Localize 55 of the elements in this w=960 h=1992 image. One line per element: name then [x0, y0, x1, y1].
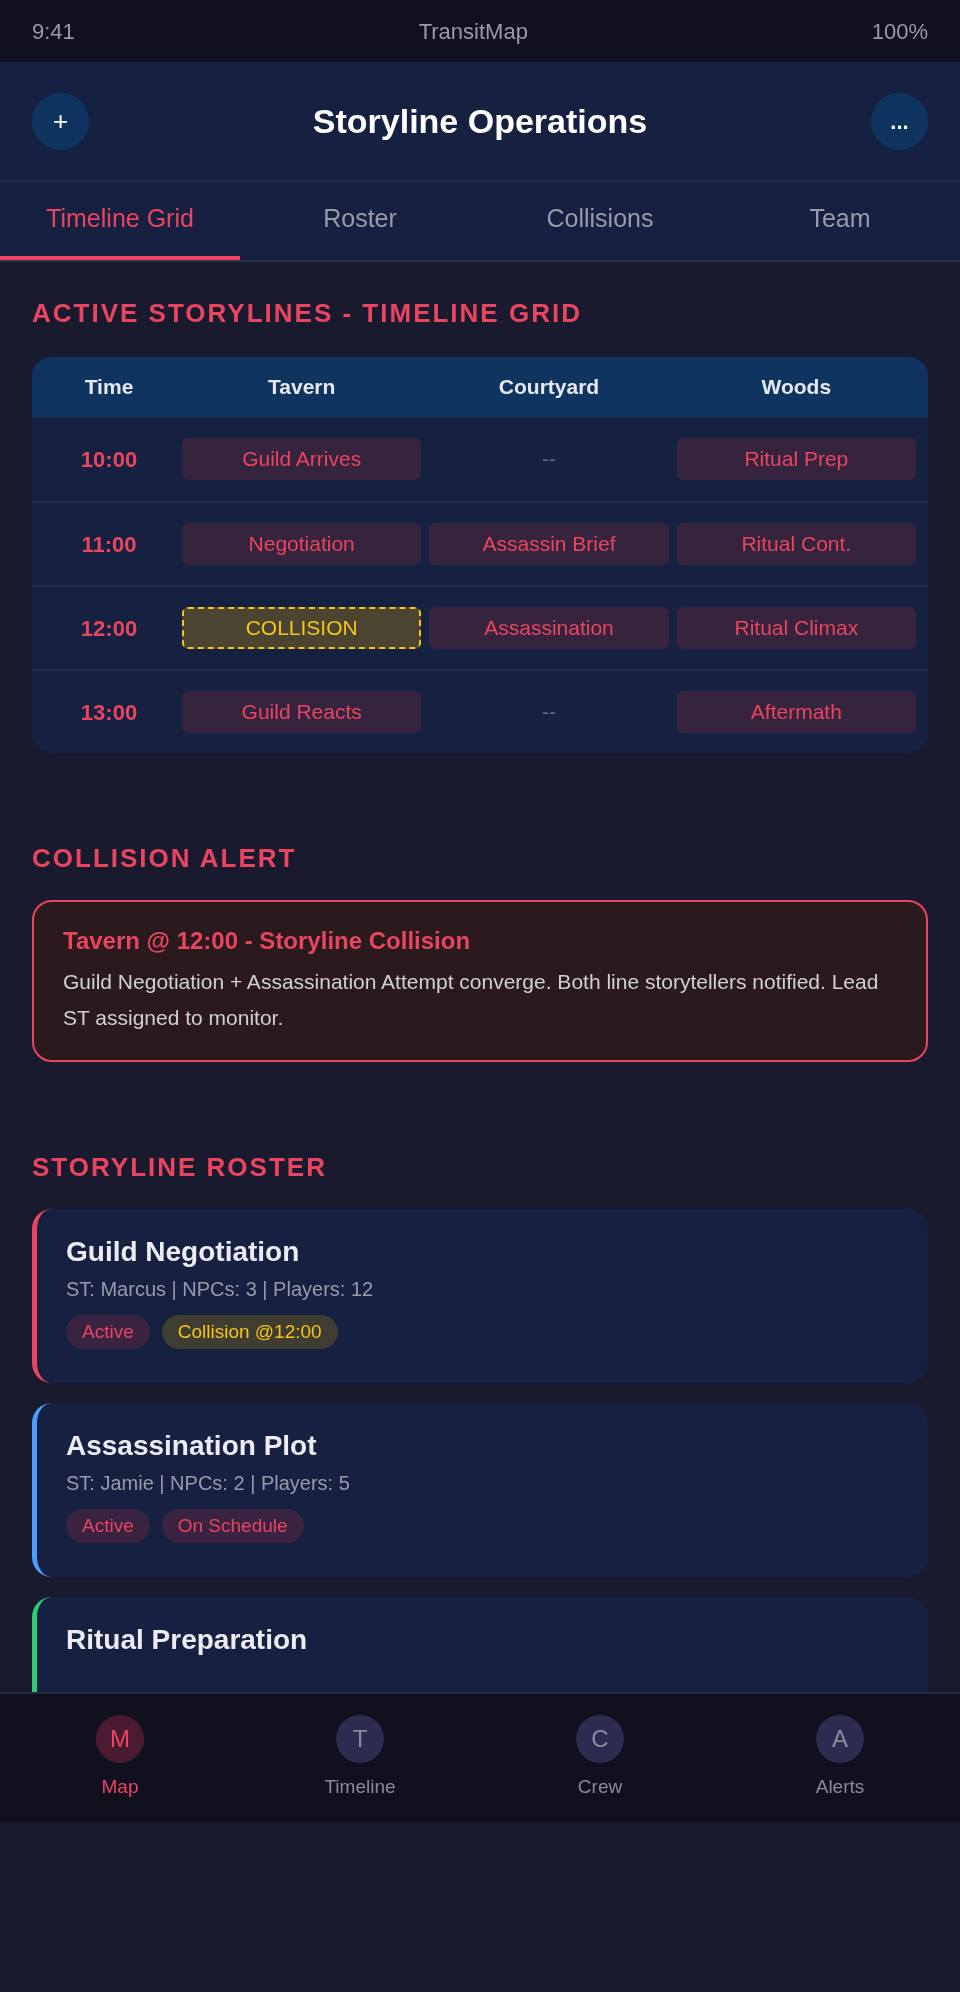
storyline-card[interactable]: Ritual Preparation [32, 1597, 928, 1692]
section-title: COLLISION ALERT [32, 842, 298, 875]
storyline-meta: ST: Jamie | NPCs: 2 | Players: 5 [66, 1471, 351, 1496]
storyline-card[interactable]: Assassination Plot ST: Jamie | NPCs: 2 | Players: 5 Active On Schedule [32, 1403, 928, 1577]
status-tag: Active [66, 1315, 150, 1349]
alert-message: Guild Negotiation + Assassination Attempt converge. Both line storytellers notified. Lead ST assigned to monitor. [63, 969, 880, 1031]
time-cell-text: 10:00 [79, 445, 139, 474]
status-tag: On Schedule [161, 1509, 304, 1543]
collision-cell: COLLISION [182, 607, 422, 649]
section-title: ACTIVE STORYLINES - TIMELINE GRID [32, 297, 583, 330]
tab[interactable]: Team [720, 182, 960, 260]
empty-slot: -- [429, 691, 669, 733]
empty-slot: -- [429, 438, 669, 480]
column-header: Time [83, 374, 135, 401]
tab[interactable]: Roster [240, 182, 480, 260]
event-cell: Aftermath [676, 691, 916, 733]
storyline-name: Guild Negotiation [66, 1235, 301, 1269]
event-cell: Ritual Climax [676, 607, 916, 649]
status-tag: Collision @12:00 [161, 1315, 338, 1349]
app-name: TransitMap [418, 17, 528, 46]
more-button[interactable]: ... [871, 92, 928, 150]
event-cell: Negotiation [182, 523, 422, 565]
storyline-meta: ST: Marcus | NPCs: 3 | Players: 12 [66, 1277, 375, 1302]
column-header: Courtyard [497, 374, 601, 401]
column-header: Woods [760, 374, 833, 401]
event-cell: Guild Arrives [182, 438, 422, 480]
event-cell: Ritual Prep [676, 438, 916, 480]
add-button[interactable]: + [32, 92, 89, 150]
status-tag: Active [66, 1509, 150, 1543]
event-cell: Assassin Brief [429, 523, 669, 565]
storyline-name: Ritual Preparation [66, 1623, 309, 1657]
storyline-card[interactable]: Guild Negotiation ST: Marcus | NPCs: 3 | Players: 12 Active Collision @12:00 [32, 1209, 928, 1383]
nav-badge-icon: C [576, 1714, 624, 1763]
storyline-name: Assassination Plot [66, 1429, 318, 1463]
status-time: 9:41 [32, 17, 75, 46]
nav-item[interactable]: A Alerts [720, 1694, 960, 1822]
nav-item[interactable]: M Map [0, 1694, 240, 1822]
time-cell-text: 12:00 [79, 614, 139, 643]
section-title: STORYLINE ROSTER [32, 1151, 328, 1184]
nav-item[interactable]: C Crew [480, 1694, 720, 1822]
nav-item[interactable]: T Timeline [240, 1694, 480, 1822]
column-header: Tavern [267, 374, 337, 401]
event-cell: Guild Reacts [182, 691, 422, 733]
event-cell: Assassination [429, 607, 669, 649]
page-title: Storyline Operations [312, 100, 648, 142]
tab[interactable]: Collisions [480, 182, 720, 260]
event-cell: Ritual Cont. [676, 523, 916, 565]
time-cell-text: 11:00 [80, 530, 138, 559]
time-cell-text: 13:00 [79, 698, 139, 727]
tab[interactable]: Timeline Grid [0, 182, 240, 260]
nav-badge-icon: T [336, 1714, 384, 1763]
alert-heading: Tavern @ 12:00 - Storyline Collision [63, 926, 472, 956]
battery-level: 100% [871, 17, 928, 46]
nav-badge-icon: M [96, 1714, 144, 1763]
nav-badge-icon: A [816, 1714, 864, 1763]
